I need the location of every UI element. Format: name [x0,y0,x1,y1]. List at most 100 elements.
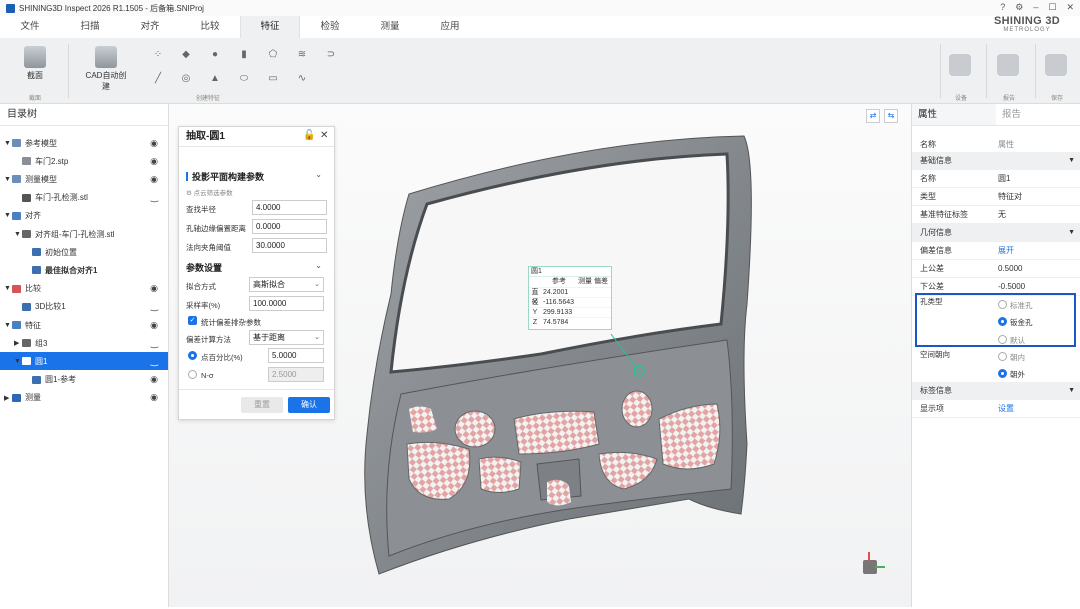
maximize-icon[interactable]: ☐ [1048,2,1056,13]
nsigma-radio[interactable] [188,370,197,379]
eye-open-icon[interactable]: ◉ [150,374,158,385]
view-toggle-icon[interactable]: ⇄ [866,109,880,123]
tree-item[interactable]: 最佳拟合对齐1 [0,261,168,279]
expand-link[interactable]: 展开 [998,242,1014,260]
capsule-tool-icon[interactable]: ⬭ [235,70,253,86]
tree-item[interactable]: ▼ 对齐 [0,207,168,225]
section-button[interactable]: 截面 [22,46,48,81]
view-mode-icon[interactable]: ⇆ [884,109,898,123]
eye-open-icon[interactable]: ◉ [150,392,158,403]
eye-open-icon[interactable]: ◉ [150,138,158,149]
menu-tab[interactable]: 对齐 [120,16,180,38]
tab-properties[interactable]: 属性 [912,104,996,125]
tree-item[interactable]: 初始位置 [0,243,168,261]
eye-closed-icon[interactable]: ‿ [151,338,158,349]
cylinder-tool-icon[interactable]: ▮ [235,46,253,62]
menu-tab[interactable]: 特征 [240,16,300,38]
expand-arrow-icon[interactable]: ▶ [14,339,22,347]
expand-arrow-icon[interactable]: ▶ [4,394,12,402]
eye-closed-icon[interactable]: ‿ [151,192,158,203]
orient-out-radio[interactable] [998,369,1007,378]
percent-radio[interactable] [188,351,197,360]
normal-angle-label: 法向夹角阈值 [186,243,231,252]
circle-tool-icon[interactable]: ◎ [177,70,195,86]
collapse-arrow-icon[interactable]: ▼ [4,285,12,292]
menu-tab[interactable]: 文件 [0,16,60,38]
label-info-header[interactable]: 标签信息 ▼ [912,382,1080,400]
eye-closed-icon[interactable]: ‿ [151,356,158,367]
tree-item[interactable]: ▼ 参考模型 ◉ [0,134,168,152]
tree-item[interactable]: ▼ 测量模型 ◉ [0,170,168,188]
collapse-arrow-icon[interactable]: ▼ [4,140,12,147]
basic-info-header[interactable]: 基础信息 ▼ [912,152,1080,170]
tree-item[interactable]: ▼ 对齐组-车门-孔检测.stl [0,225,168,243]
chevron-down-icon[interactable]: ⌄ [315,261,322,270]
tree-item[interactable]: ▶ 测量 ◉ [0,389,168,407]
tree-item[interactable]: ▼ 特征 ◉ [0,316,168,334]
sphere-tool-icon[interactable]: ● [206,46,224,62]
menu-tab[interactable]: 比较 [180,16,240,38]
collapse-arrow-icon[interactable]: ▼ [4,212,12,219]
help-icon[interactable]: ? [1000,2,1005,13]
eye-open-icon[interactable]: ◉ [150,320,158,331]
cone-tool-icon[interactable]: ▲ [206,70,224,86]
fit-method-select[interactable]: 高斯拟合 ⌄ [249,277,324,292]
collapse-arrow-icon[interactable]: ▼ [4,322,12,329]
tree-item[interactable]: 车门-孔检测.stl ‿ [0,189,168,207]
layers-tool-icon[interactable]: ≋ [293,46,311,62]
tree-item[interactable]: ▼ 比较 ◉ [0,280,168,298]
tab-report[interactable]: 报告 [996,104,1080,125]
device-icon[interactable] [949,54,971,76]
slot-tool-icon[interactable]: ⊃ [322,46,340,62]
confirm-button[interactable]: 确认 [288,397,330,413]
save-icon[interactable] [1045,54,1067,76]
collapse-arrow-icon[interactable]: ▼ [14,358,22,365]
point-tool-icon[interactable]: ⁘ [149,46,167,62]
tree-item[interactable]: ▼ 圆1 ‿ [0,352,168,371]
cad-auto-create-button[interactable]: CAD自动创建 [82,46,130,92]
nsigma-input[interactable]: 2.5000 [268,367,324,382]
tree-item[interactable]: 3D比较1 ‿ [0,298,168,316]
stats-checkbox[interactable]: ✓ [188,316,197,325]
menu-tab[interactable]: 扫描 [60,16,120,38]
edge-offset-input[interactable]: 0.0000 [252,219,327,234]
eye-open-icon[interactable]: ◉ [150,174,158,185]
display-settings-link[interactable]: 设置 [998,400,1014,418]
tree-item-label: 车门-孔检测.stl [35,193,88,203]
window-controls: ? ⚙ – ☐ ✕ [1000,2,1074,13]
sample-rate-input[interactable]: 100.0000 [249,296,324,311]
collapse-arrow-icon[interactable]: ▼ [14,231,22,238]
annotation-row: X -116.5643 [529,297,611,307]
eye-open-icon[interactable]: ◉ [150,156,158,167]
eye-open-icon[interactable]: ◉ [150,283,158,294]
dev-method-select[interactable]: 基于距离 ⌄ [249,330,324,345]
geo-info-header[interactable]: 几何信息 ▼ [912,224,1080,242]
tree-item[interactable]: ▶ 组3 ‿ [0,334,168,352]
line-tool-icon[interactable]: ╱ [149,70,167,86]
plane-tool-icon[interactable]: ◆ [177,46,195,62]
reset-button[interactable]: 重置 [241,397,283,413]
polygon-tool-icon[interactable]: ⬠ [264,46,282,62]
tree-item[interactable]: 圆1-参考 ◉ [0,371,168,389]
report-icon[interactable] [997,54,1019,76]
eye-closed-icon[interactable]: ‿ [151,301,158,312]
rect-tool-icon[interactable]: ▭ [264,70,282,86]
curve-tool-icon[interactable]: ∿ [293,70,311,86]
circle-annotation-label[interactable]: 圆1 参考 测量 偏差 直径 24.2001 X -116.5643 Y 299.9133 Z 74… [528,266,612,330]
normal-angle-input[interactable]: 30.0000 [252,238,327,253]
unlock-icon[interactable]: 🔓 [303,130,315,141]
chevron-down-icon[interactable]: ⌄ [315,170,322,179]
menu-tab[interactable]: 检验 [300,16,360,38]
menu-tab[interactable]: 应用 [420,16,480,38]
close-dialog-icon[interactable]: ✕ [320,130,328,141]
orient-in-radio[interactable] [998,352,1007,361]
close-icon[interactable]: ✕ [1066,2,1074,13]
brand-logo: SHINING 3D METROLOGY [994,15,1060,34]
minimize-icon[interactable]: – [1033,2,1038,13]
collapse-arrow-icon[interactable]: ▼ [4,176,12,183]
percent-input[interactable]: 5.0000 [268,348,324,363]
search-radius-input[interactable]: 4.0000 [252,200,327,215]
menu-tab[interactable]: 测量 [360,16,420,38]
settings-icon[interactable]: ⚙ [1015,2,1023,13]
tree-item[interactable]: 车门2.stp ◉ [0,152,168,170]
